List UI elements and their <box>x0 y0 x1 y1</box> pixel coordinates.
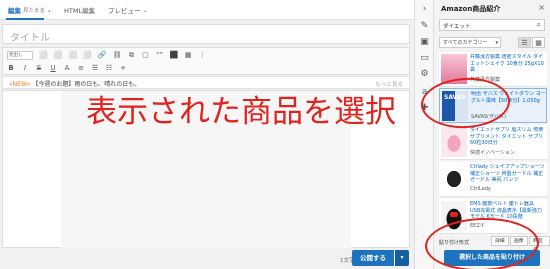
heading-select[interactable]: 見出し <box>7 50 33 60</box>
text-color-button[interactable]: A <box>63 63 71 73</box>
chevron-down-icon: ⌄ <box>46 6 52 14</box>
publish-group: 公開する ▾ <box>352 250 409 266</box>
list-icon[interactable]: ☰ <box>91 63 99 73</box>
tab-html[interactable]: HTML編集 <box>64 5 95 15</box>
strikethrough-button[interactable]: S <box>35 63 43 73</box>
grid-icon[interactable]: ☷ <box>105 63 113 73</box>
list-view-button[interactable]: ☰ <box>518 37 531 48</box>
toolbar-button[interactable]: ⬜ <box>54 50 63 60</box>
product-name: ダイエットサプリ 脂スリム 燃焼 サプリメント ダイエット サプリ 60粒30日… <box>470 127 544 146</box>
toolbar-row-1: 見出し ⬜ ⬜ ⬜ ⬜ 🔗 ⛓ ⧉ ▢ “” ⬛ ▦ ⋮ <box>7 50 206 60</box>
editor-pane: 編集 見たまま ⌄ HTML編集 プレビュー ⌄ タイトル 見出し ⬜ ⬜ ⬜ … <box>0 0 414 269</box>
panel-title: Amazon商品紹介 <box>441 5 501 13</box>
sidebar-icon-strip: › ✎ ▣ ▭ ⚙ a ✚ <box>414 0 434 269</box>
annotation-text: 表示された商品を選択 <box>86 94 396 130</box>
editor-tabs: 編集 見たまま ⌄ HTML編集 プレビュー ⌄ <box>0 0 414 20</box>
product-item[interactable]: Ctrlady シェイプアップショーツ 補正ショーツ 骨盤ガードル 補正ガードル… <box>439 162 547 197</box>
underline-button[interactable]: U <box>49 63 57 73</box>
toolbar-button[interactable]: ⬜ <box>39 50 48 60</box>
plus-icon[interactable]: + <box>119 63 127 73</box>
pencil-icon[interactable]: ✎ <box>415 20 434 32</box>
folder-icon[interactable]: ▭ <box>415 52 434 64</box>
grid-view-button[interactable]: ▦ <box>532 37 545 48</box>
quote-icon[interactable]: “” <box>155 50 163 60</box>
collapse-icon[interactable]: › <box>415 3 434 15</box>
product-image <box>441 164 467 194</box>
toolbar-button[interactable]: ⬜ <box>83 50 92 60</box>
publish-button[interactable]: 公開する <box>352 250 394 266</box>
unlink-icon[interactable]: ⛓ <box>113 50 122 60</box>
product-maker: 快適イノベーション <box>470 150 515 156</box>
link-icon[interactable]: 🔗 <box>98 50 107 60</box>
more-icon[interactable]: ⋮ <box>198 50 206 60</box>
title-field[interactable]: タイトル <box>2 24 410 44</box>
product-name: 井藤漢方製薬 焙胚スタイル ダイエットシェイク 10食分 25gX10袋 <box>470 54 544 73</box>
new-badge: «NEW» <box>9 81 31 88</box>
toolbar-button[interactable]: ⧉ <box>127 50 135 60</box>
publish-options-button[interactable]: ▾ <box>395 250 409 266</box>
title-placeholder: タイトル <box>10 33 50 44</box>
chevron-down-icon: ▾ <box>495 40 498 46</box>
category-select[interactable]: すべてのカテゴリー ▾ <box>439 37 501 48</box>
product-name: Ctrlady シェイプアップショーツ 補正ショーツ 骨盤ガードル 補正ガードル… <box>470 164 545 183</box>
product-maker: CtrlLady <box>470 186 491 192</box>
product-image <box>441 127 467 157</box>
active-tab-indicator <box>6 18 44 20</box>
close-icon[interactable]: × <box>538 3 545 12</box>
photo-icon[interactable]: ▣ <box>415 36 434 48</box>
chevron-down-icon: ⌄ <box>142 6 148 14</box>
table-icon[interactable]: ▦ <box>184 50 192 60</box>
toolbar-row-2: B I S U A ≡ ☰ ☷ + <box>7 63 127 73</box>
product-item[interactable]: ダイエットサプリ 脂スリム 燃焼 サプリメント ダイエット サプリ 60粒30日… <box>439 125 547 160</box>
gear-icon[interactable]: ⚙ <box>415 68 434 80</box>
search-icon[interactable]: ⌕ <box>537 20 541 30</box>
toolbar-button[interactable]: ⬛ <box>169 50 178 60</box>
bold-button[interactable]: B <box>7 63 15 73</box>
search-value: ダイエット <box>443 24 471 30</box>
tab-preview[interactable]: プレビュー ⌄ <box>108 5 148 16</box>
tab-edit[interactable]: 編集 見たまま ⌄ <box>8 5 52 16</box>
formatting-toolbar: 見出し ⬜ ⬜ ⬜ ⬜ 🔗 ⛓ ⧉ ▢ “” ⬛ ▦ ⋮ B I S U A ≡… <box>2 47 410 75</box>
search-input[interactable]: ダイエット ⌕ <box>439 19 545 31</box>
toolbar-button[interactable]: ▢ <box>141 50 149 60</box>
align-icon[interactable]: ≡ <box>77 63 85 73</box>
italic-button[interactable]: I <box>21 63 29 73</box>
toolbar-button[interactable]: ⬜ <box>68 50 77 60</box>
